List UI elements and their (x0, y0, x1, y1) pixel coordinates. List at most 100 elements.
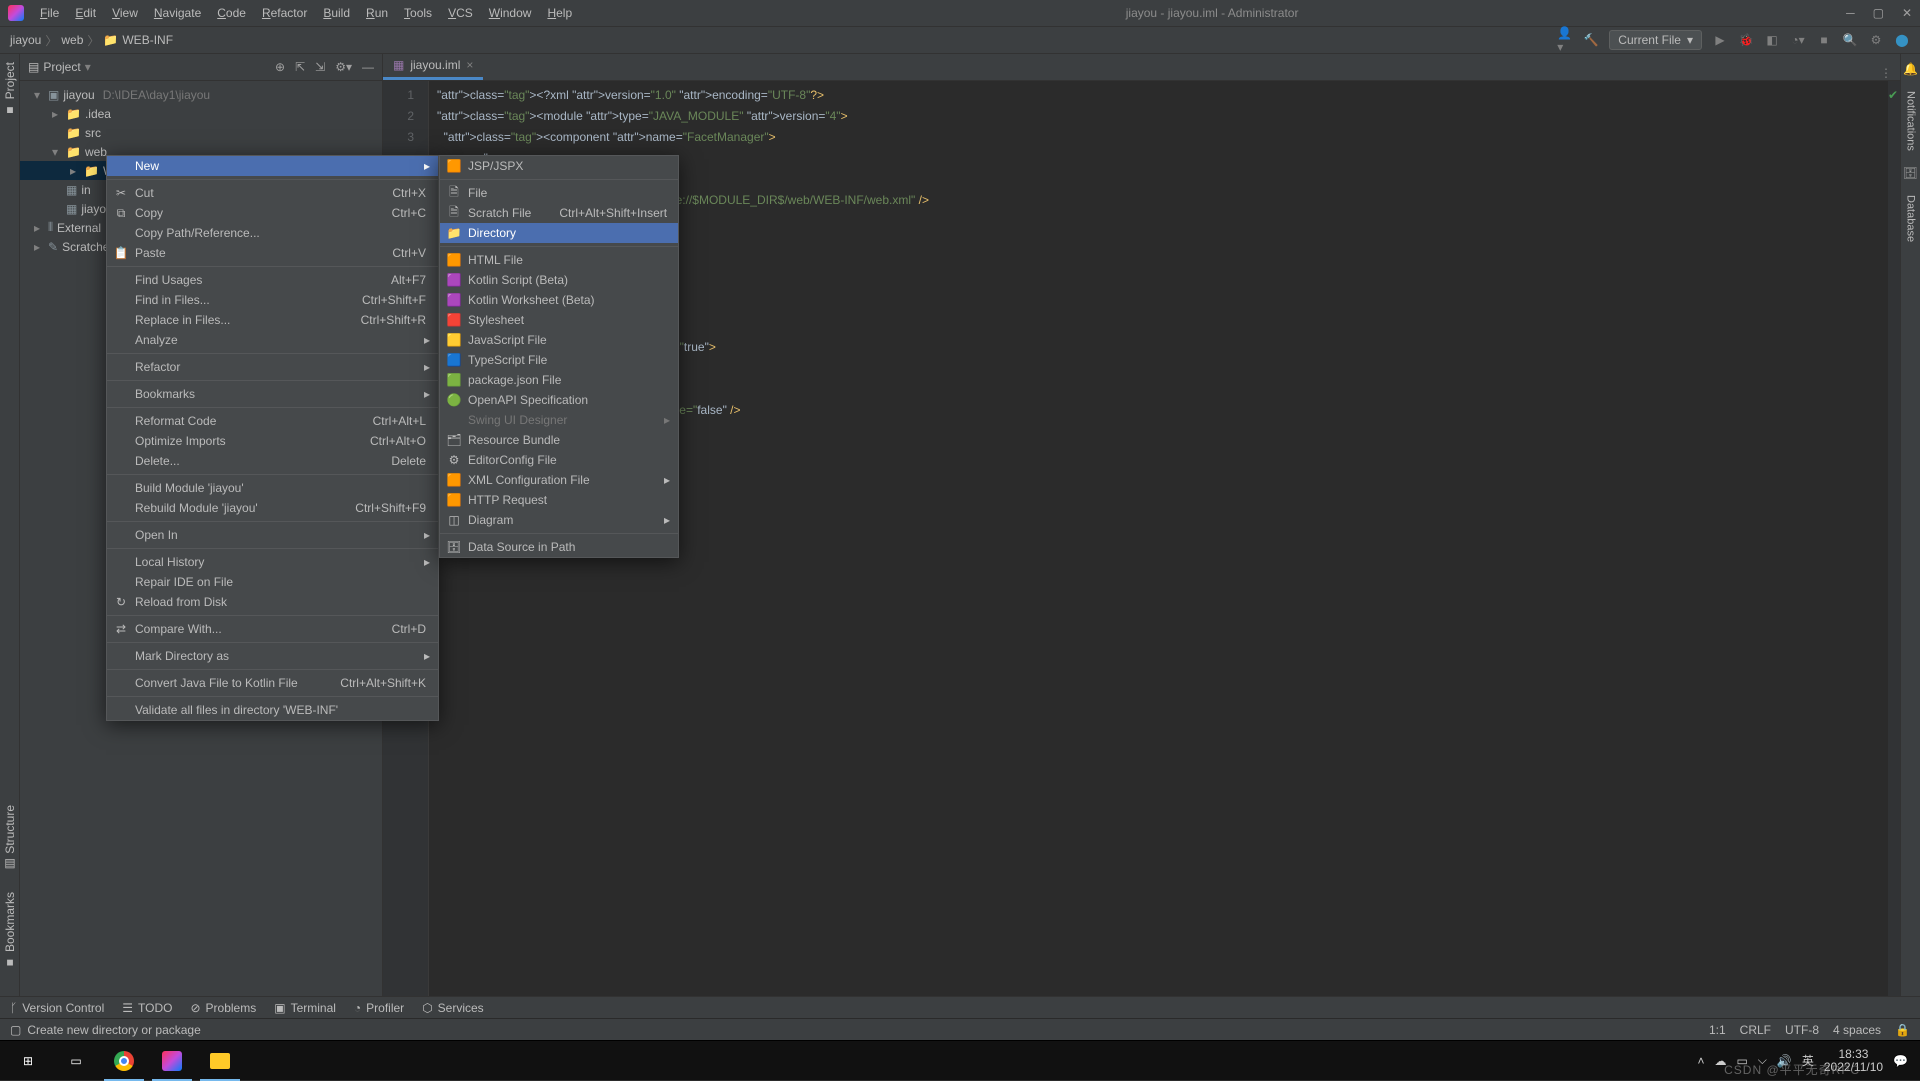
menu-item[interactable]: 📋PasteCtrl+V (107, 243, 438, 263)
indent-settings[interactable]: 4 spaces (1833, 1023, 1881, 1037)
tree-row[interactable]: ▾▣jiayouD:\IDEA\day1\jiayou (20, 85, 382, 104)
menu-item[interactable]: 🟥Stylesheet (440, 310, 678, 330)
menu-view[interactable]: View (106, 2, 144, 24)
status-icon[interactable]: ▢ (10, 1023, 21, 1037)
menu-item[interactable]: ↻Reload from Disk (107, 592, 438, 612)
menu-item[interactable]: Local History▸ (107, 552, 438, 572)
menu-item[interactable]: Delete...Delete (107, 451, 438, 471)
menu-item[interactable]: 🟢OpenAPI Specification (440, 390, 678, 410)
menu-item[interactable]: Copy Path/Reference... (107, 223, 438, 243)
menu-item[interactable]: 🟪Kotlin Script (Beta) (440, 270, 678, 290)
menu-item[interactable]: 🗂Resource Bundle (440, 430, 678, 450)
menu-item[interactable]: Rebuild Module 'jiayou'Ctrl+Shift+F9 (107, 498, 438, 518)
database-icon[interactable]: 🗄 (1903, 166, 1918, 180)
tab-close-icon[interactable]: × (466, 58, 473, 72)
services-tool-button[interactable]: ⬡Services (422, 1001, 484, 1015)
breadcrumb-item[interactable]: web (61, 33, 83, 47)
todo-tool-button[interactable]: ☰TODO (122, 1001, 172, 1015)
explorer-taskbar-icon[interactable] (196, 1041, 244, 1081)
readonly-icon[interactable]: 🔒 (1895, 1023, 1910, 1037)
settings-icon[interactable]: ⚙▾ (335, 60, 352, 74)
menu-item[interactable]: 🟦TypeScript File (440, 350, 678, 370)
menu-navigate[interactable]: Navigate (148, 2, 207, 24)
menu-item[interactable]: ◫Diagram▸ (440, 510, 678, 530)
menu-item[interactable]: Open In▸ (107, 525, 438, 545)
chevron-down-icon[interactable]: ▾ (85, 60, 91, 74)
profile-icon[interactable]: ◔▾ (1790, 32, 1806, 48)
structure-tool-button[interactable]: ▤Structure (3, 805, 17, 872)
terminal-tool-button[interactable]: ▣Terminal (274, 1001, 336, 1015)
menu-refactor[interactable]: Refactor (256, 2, 313, 24)
menu-item[interactable]: Reformat CodeCtrl+Alt+L (107, 411, 438, 431)
menu-item[interactable]: Find UsagesAlt+F7 (107, 270, 438, 290)
menu-code[interactable]: Code (211, 2, 252, 24)
notifications-tool-button[interactable]: Notifications (1905, 91, 1917, 151)
tray-chevron-icon[interactable]: ˄ (1697, 1054, 1704, 1068)
menu-item[interactable]: 🟧HTML File (440, 250, 678, 270)
select-opened-icon[interactable]: ⊕ (275, 60, 285, 74)
user-icon[interactable]: 👤▾ (1557, 32, 1573, 48)
stop-icon[interactable]: ■ (1816, 32, 1832, 48)
build-icon[interactable]: 🔨 (1583, 32, 1599, 48)
menu-item[interactable]: Replace in Files...Ctrl+Shift+R (107, 310, 438, 330)
problems-tool-button[interactable]: ⊘Problems (190, 1001, 256, 1015)
menu-item[interactable]: ⇄Compare With...Ctrl+D (107, 619, 438, 639)
vcs-tool-button[interactable]: ᚴVersion Control (10, 1001, 104, 1015)
menu-help[interactable]: Help (541, 2, 578, 24)
context-menu[interactable]: New▸✂CutCtrl+X⧉CopyCtrl+CCopy Path/Refer… (106, 155, 439, 721)
close-icon[interactable]: ✕ (1902, 6, 1912, 20)
new-submenu[interactable]: 🟧JSP/JSPX 🗎File🗎Scratch FileCtrl+Alt+Shif… (439, 155, 679, 558)
coverage-icon[interactable]: ◧ (1764, 32, 1780, 48)
menu-vcs[interactable]: VCS (442, 2, 479, 24)
settings-icon[interactable]: ⚙ (1868, 32, 1884, 48)
tree-row[interactable]: 📁src (20, 123, 382, 142)
file-encoding[interactable]: UTF-8 (1785, 1023, 1819, 1037)
menu-item[interactable]: 📁Directory (440, 223, 678, 243)
project-tool-button[interactable]: ■Project (3, 62, 17, 117)
menu-item[interactable]: 🗎File (440, 183, 678, 203)
avatar-icon[interactable]: ⬤ (1894, 32, 1910, 48)
task-view-button[interactable]: ▭ (52, 1041, 100, 1081)
database-tool-button[interactable]: Database (1905, 195, 1917, 242)
menu-item[interactable]: Analyze▸ (107, 330, 438, 350)
breadcrumb-item[interactable]: 📁 WEB-INF (103, 33, 173, 47)
menu-edit[interactable]: Edit (69, 2, 102, 24)
run-icon[interactable]: ▶ (1712, 32, 1728, 48)
run-config-selector[interactable]: Current File ▾ (1609, 30, 1702, 50)
menu-build[interactable]: Build (317, 2, 356, 24)
menu-item[interactable]: Repair IDE on File (107, 572, 438, 592)
tab-options-icon[interactable]: ⋮ (1872, 66, 1900, 80)
menu-item[interactable]: Validate all files in directory 'WEB-INF… (107, 700, 438, 720)
search-icon[interactable]: 🔍 (1842, 32, 1858, 48)
tree-row[interactable]: ▸📁.idea (20, 104, 382, 123)
menu-item[interactable]: 🟪Kotlin Worksheet (Beta) (440, 290, 678, 310)
menu-item[interactable]: 🟧JSP/JSPX (440, 156, 678, 176)
menu-tools[interactable]: Tools (398, 2, 438, 24)
line-separator[interactable]: CRLF (1740, 1023, 1771, 1037)
minimize-icon[interactable]: ─ (1846, 6, 1855, 20)
menu-item[interactable]: ⧉CopyCtrl+C (107, 203, 438, 223)
intellij-taskbar-icon[interactable] (148, 1041, 196, 1081)
menu-item[interactable]: Refactor▸ (107, 357, 438, 377)
profiler-tool-button[interactable]: ◔Profiler (354, 1001, 404, 1015)
menu-item[interactable]: 🗄Data Source in Path (440, 537, 678, 557)
caret-position[interactable]: 1:1 (1709, 1023, 1726, 1037)
notifications-icon[interactable]: 🔔 (1903, 62, 1918, 76)
menu-item[interactable]: Bookmarks▸ (107, 384, 438, 404)
menu-item[interactable]: ⚙EditorConfig File (440, 450, 678, 470)
menu-item[interactable]: 🟧HTTP Request (440, 490, 678, 510)
menu-item[interactable]: Mark Directory as▸ (107, 646, 438, 666)
editor-tab[interactable]: ▦ jiayou.iml × (383, 53, 483, 80)
chrome-taskbar-icon[interactable] (100, 1041, 148, 1081)
menu-item[interactable]: 🟨JavaScript File (440, 330, 678, 350)
menu-item[interactable]: 🗎Scratch FileCtrl+Alt+Shift+Insert (440, 203, 678, 223)
menu-item[interactable]: Optimize ImportsCtrl+Alt+O (107, 431, 438, 451)
menu-item[interactable]: 🟧XML Configuration File▸ (440, 470, 678, 490)
maximize-icon[interactable]: ▢ (1873, 6, 1884, 20)
expand-all-icon[interactable]: ⇱ (295, 60, 305, 74)
menu-item[interactable]: Find in Files...Ctrl+Shift+F (107, 290, 438, 310)
menu-item[interactable]: Build Module 'jiayou' (107, 478, 438, 498)
menu-item[interactable]: New▸ (107, 156, 438, 176)
menu-file[interactable]: File (34, 2, 65, 24)
menu-item[interactable]: 🟩package.json File (440, 370, 678, 390)
